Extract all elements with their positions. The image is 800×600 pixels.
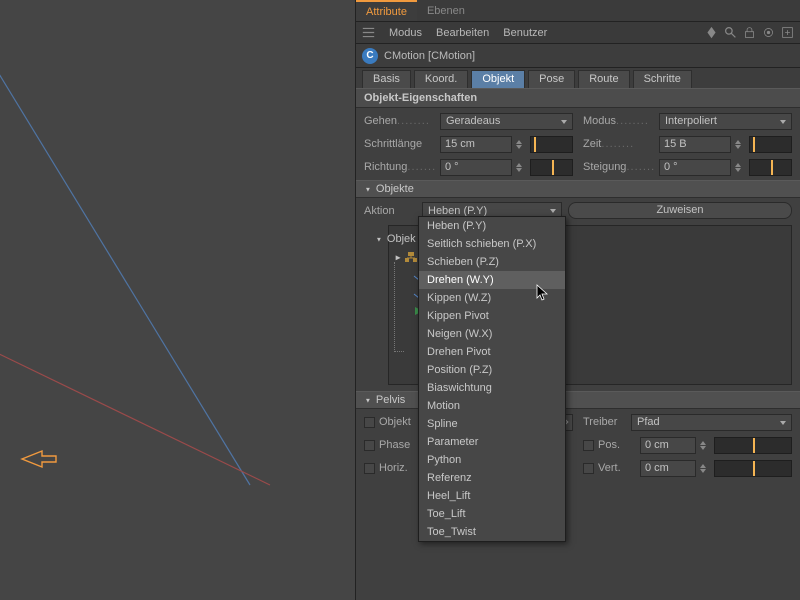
section-objekt-eigenschaften: Objekt-Eigenschaften (356, 88, 800, 108)
button-zuweisen[interactable]: Zuweisen (568, 202, 792, 219)
label-pos: Pos. (598, 439, 636, 451)
grid-line (0, 335, 270, 485)
dropdown-option[interactable]: Biaswichtung (419, 379, 565, 397)
menu-bearbeiten[interactable]: Bearbeiten (436, 27, 489, 39)
tree-root: Objek (387, 233, 416, 245)
spinner[interactable] (516, 159, 526, 176)
slider-steigung[interactable] (749, 159, 792, 176)
dropdown-option[interactable]: Toe_Twist (419, 523, 565, 541)
aktion-dropdown-popup[interactable]: Heben (P.Y)Seitlich schieben (P.X)Schieb… (418, 216, 566, 542)
cursor-icon (536, 284, 548, 302)
tab-ebenen[interactable]: Ebenen (417, 0, 475, 21)
spinner[interactable] (516, 136, 526, 153)
slider-vert[interactable] (714, 460, 792, 477)
field-richtung[interactable]: 0 ° (440, 159, 512, 176)
menu-benutzer[interactable]: Benutzer (503, 27, 547, 39)
dropdown-option[interactable]: Drehen Pivot (419, 343, 565, 361)
checkbox-horiz[interactable] (364, 463, 375, 474)
subtab-objekt[interactable]: Objekt (471, 70, 525, 88)
disclosure-icon[interactable] (375, 233, 383, 245)
label-zeit: Zeit (583, 138, 655, 150)
field-schrittlaenge[interactable]: 15 cm (440, 136, 512, 153)
label-steigung: Steigung (583, 161, 655, 173)
dropdown-option[interactable]: Seitlich schieben (P.X) (419, 235, 565, 253)
spinner[interactable] (735, 159, 745, 176)
slider-richtung[interactable] (530, 159, 573, 176)
field-vert[interactable]: 0 cm (640, 460, 696, 477)
lock-icon[interactable] (743, 26, 756, 39)
spinner[interactable] (700, 460, 710, 477)
subtab-pose[interactable]: Pose (528, 70, 575, 88)
label-schrittlaenge: Schrittlänge (364, 138, 436, 150)
label-gehen: Gehen (364, 115, 436, 127)
group-objekte[interactable]: Objekte (356, 180, 800, 198)
label-richtung: Richtung (364, 161, 436, 173)
checkbox-pos[interactable] (583, 440, 594, 451)
menu-icon[interactable] (362, 26, 375, 39)
slider-zeit[interactable] (749, 136, 792, 153)
dropdown-option[interactable]: Python (419, 451, 565, 469)
grid-line (0, 10, 250, 485)
tab-attribute[interactable]: Attribute (356, 0, 417, 21)
dropdown-option[interactable]: Spline (419, 415, 565, 433)
new-panel-icon[interactable] (781, 26, 794, 39)
dropdown-option[interactable]: Heben (P.Y) (419, 217, 565, 235)
checkbox-phase[interactable] (364, 440, 375, 451)
slider-schrittlaenge[interactable] (530, 136, 573, 153)
object-header: C CMotion [CMotion] (356, 44, 800, 68)
label-aktion: Aktion (364, 205, 416, 217)
spinner[interactable] (735, 136, 745, 153)
checkbox-objekt[interactable] (364, 417, 375, 428)
dropdown-option[interactable]: Position (P.Z) (419, 361, 565, 379)
arrow-gizmo (22, 451, 56, 467)
dropdown-option[interactable]: Kippen Pivot (419, 307, 565, 325)
field-zeit[interactable]: 15 B (659, 136, 731, 153)
subtab-koord[interactable]: Koord. (414, 70, 468, 88)
settings-icon[interactable] (762, 26, 775, 39)
disclosure-icon (364, 183, 372, 195)
dropdown-option[interactable]: Motion (419, 397, 565, 415)
dropdown-modus[interactable]: Interpoliert (659, 113, 792, 130)
attributes-toolbar: Modus Bearbeiten Benutzer (356, 22, 800, 44)
dropdown-option[interactable]: Schieben (P.Z) (419, 253, 565, 271)
spinner[interactable] (700, 437, 710, 454)
dropdown-option[interactable]: Referenz (419, 469, 565, 487)
dropdown-option[interactable]: Toe_Lift (419, 505, 565, 523)
checkbox-vert[interactable] (583, 463, 594, 474)
viewport-3d[interactable] (0, 0, 355, 600)
search-icon[interactable] (724, 26, 737, 39)
dropdown-option[interactable]: Heel_Lift (419, 487, 565, 505)
nav-arrow-icon[interactable] (705, 26, 718, 39)
menu-modus[interactable]: Modus (389, 27, 422, 39)
label-treiber: Treiber (583, 416, 627, 428)
subtab-basis[interactable]: Basis (362, 70, 411, 88)
field-pos[interactable]: 0 cm (640, 437, 696, 454)
object-title: CMotion [CMotion] (384, 50, 475, 62)
subtab-route[interactable]: Route (578, 70, 629, 88)
label-modus: Modus (583, 115, 655, 127)
disclosure-icon (364, 394, 372, 406)
panel-tabs: Attribute Ebenen (356, 0, 800, 22)
field-steigung[interactable]: 0 ° (659, 159, 731, 176)
cmotion-icon: C (362, 48, 378, 64)
subtab-schritte[interactable]: Schritte (633, 70, 692, 88)
slider-pos[interactable] (714, 437, 792, 454)
dropdown-option[interactable]: Neigen (W.X) (419, 325, 565, 343)
label-vert: Vert. (598, 462, 636, 474)
dropdown-gehen[interactable]: Geradeaus (440, 113, 573, 130)
dropdown-option[interactable]: Parameter (419, 433, 565, 451)
hub-icon (405, 251, 417, 263)
object-subtabs: Basis Koord. Objekt Pose Route Schritte (356, 68, 800, 88)
dropdown-treiber[interactable]: Pfad (631, 414, 792, 431)
